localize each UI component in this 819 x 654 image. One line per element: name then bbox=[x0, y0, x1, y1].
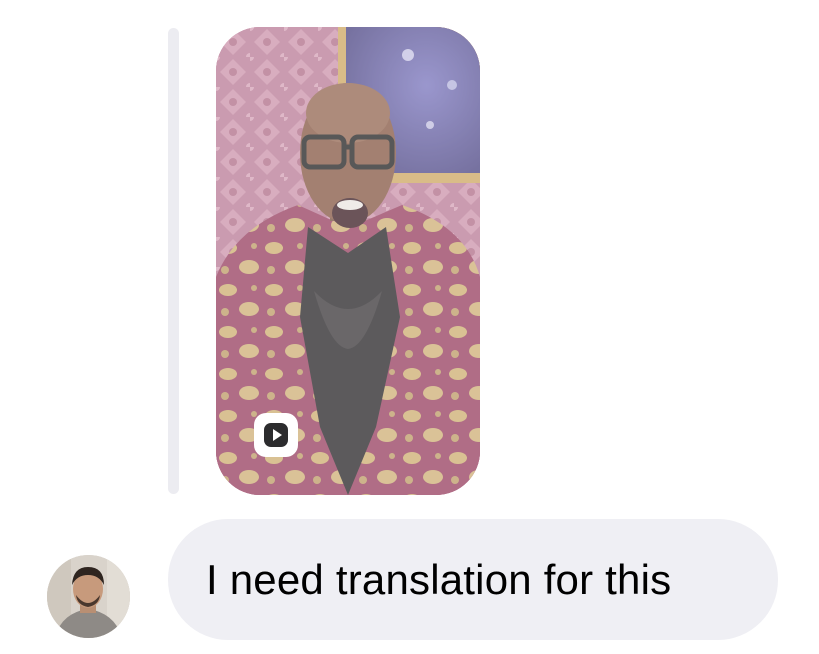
play-triangle-icon bbox=[264, 423, 288, 447]
message-text: I need translation for this bbox=[206, 555, 672, 603]
avatar-photo bbox=[47, 555, 130, 638]
reply-indicator-bar bbox=[168, 28, 179, 494]
shared-reel-preview[interactable] bbox=[216, 27, 480, 495]
message-bubble[interactable]: I need translation for this bbox=[168, 519, 778, 640]
play-icon[interactable] bbox=[254, 413, 298, 457]
sender-avatar[interactable] bbox=[47, 555, 130, 638]
